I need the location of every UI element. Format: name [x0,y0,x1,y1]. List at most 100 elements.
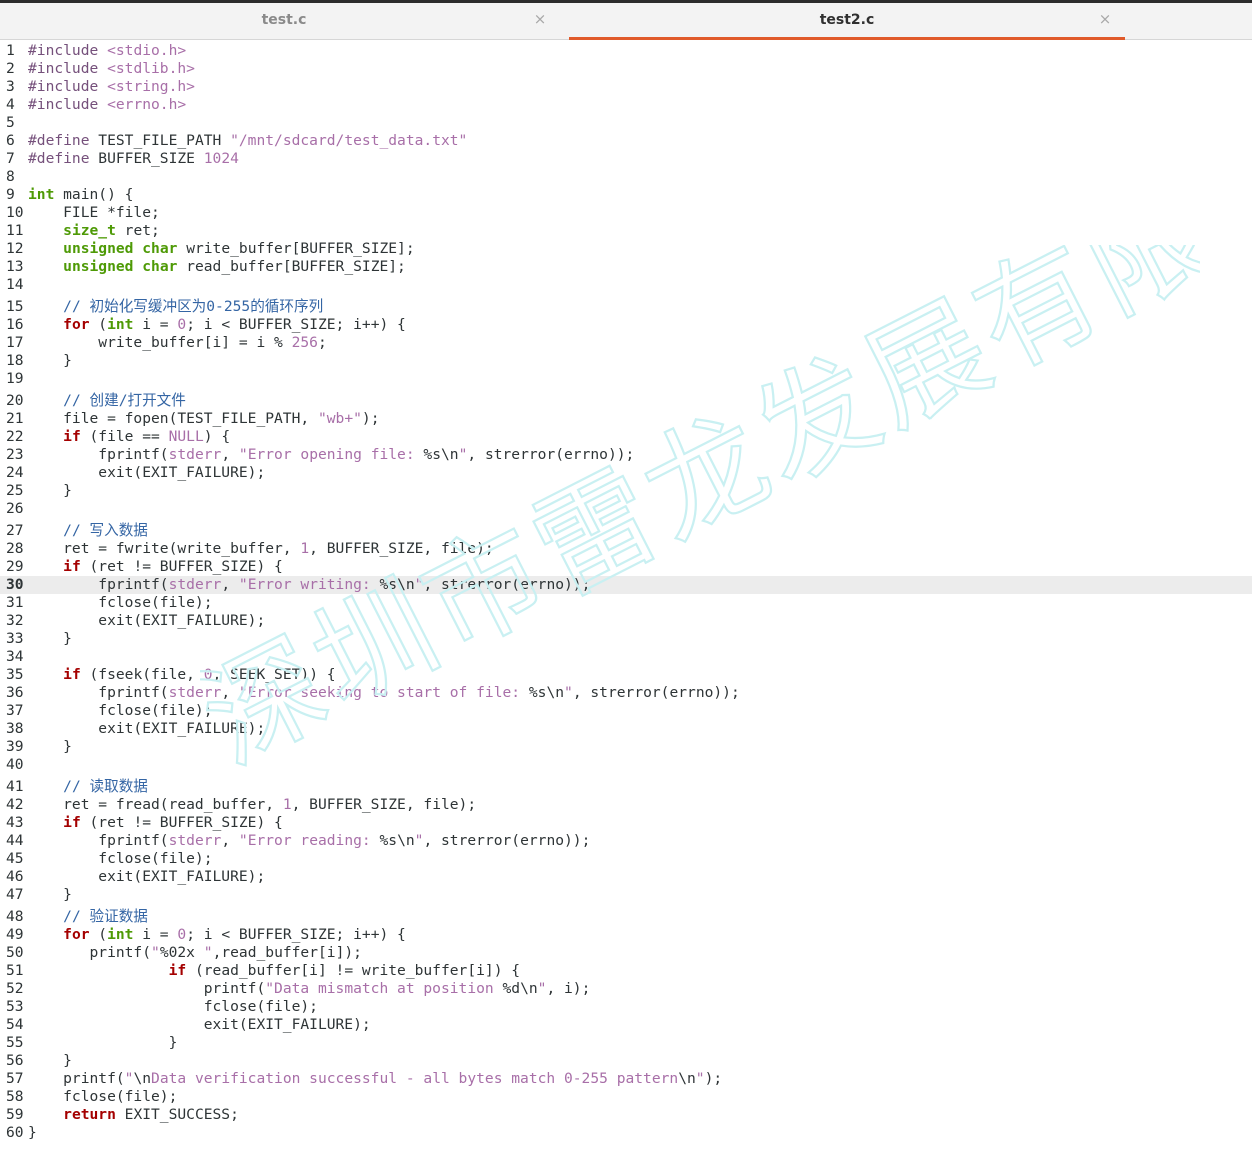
code-line[interactable]: 56 } [0,1052,1252,1070]
code-text: unsigned char write_buffer[BUFFER_SIZE]; [63,240,415,257]
code-text: exit(EXIT_FAILURE); [28,868,266,885]
code-line[interactable]: 40 [0,756,1252,774]
line-number: 6 [6,132,15,149]
close-icon[interactable]: × [532,11,548,27]
code-line[interactable]: 52 printf("Data mismatch at position %d\… [0,980,1252,998]
line-number: 20 [6,392,24,409]
code-line[interactable]: 21 file = fopen(TEST_FILE_PATH, "wb+"); [0,410,1252,428]
code-line[interactable]: 20 // 创建/打开文件 [0,392,1252,410]
code-line[interactable]: 39 } [0,738,1252,756]
code-line[interactable]: 11 size_t ret; [0,222,1252,240]
code-line[interactable]: 55 } [0,1034,1252,1052]
code-line[interactable]: 27 // 写入数据 [0,522,1252,540]
code-text: if (read_buffer[i] != write_buffer[i]) { [168,962,521,979]
code-text: // 验证数据 [63,908,148,925]
code-line[interactable]: 18 } [0,352,1252,370]
close-icon[interactable]: × [1097,11,1113,27]
code-line[interactable]: 44 fprintf(stderr, "Error reading: %s\n"… [0,832,1252,850]
code-text: #define TEST_FILE_PATH "/mnt/sdcard/test… [28,132,468,149]
code-line[interactable]: 1 #include <stdio.h> [0,42,1252,60]
code-line[interactable]: 38 exit(EXIT_FAILURE); [0,720,1252,738]
code-text: printf("Data mismatch at position %d\n",… [28,980,591,997]
code-line[interactable]: 22 if (file == NULL) { [0,428,1252,446]
code-line[interactable]: 6 #define TEST_FILE_PATH "/mnt/sdcard/tes… [0,132,1252,150]
code-text: exit(EXIT_FAILURE); [28,464,266,481]
line-number: 5 [6,114,15,131]
code-line[interactable]: 28 ret = fwrite(write_buffer, 1, BUFFER_… [0,540,1252,558]
line-number: 11 [6,222,24,239]
code-line[interactable]: 29 if (ret != BUFFER_SIZE) { [0,558,1252,576]
line-number: 44 [6,832,24,849]
code-line[interactable]: 16 for (int i = 0; i < BUFFER_SIZE; i++)… [0,316,1252,334]
code-line[interactable]: 49 for (int i = 0; i < BUFFER_SIZE; i++)… [0,926,1252,944]
line-number: 17 [6,334,24,351]
tab-test-c[interactable]: test.c × [0,3,568,39]
code-line[interactable]: 50 printf("%02x ",read_buffer[i]); [0,944,1252,962]
code-text: fclose(file); [28,702,213,719]
code-line[interactable]: 46 exit(EXIT_FAILURE); [0,868,1252,886]
code-line[interactable]: 42 ret = fread(read_buffer, 1, BUFFER_SI… [0,796,1252,814]
code-line[interactable]: 5 [0,114,1252,132]
code-text: size_t ret; [63,222,160,239]
code-line[interactable]: 51 if (read_buffer[i] != write_buffer[i]… [0,962,1252,980]
code-line[interactable]: 7 #define BUFFER_SIZE 1024 [0,150,1252,168]
code-line[interactable]: 23 fprintf(stderr, "Error opening file: … [0,446,1252,464]
code-text: fprintf(stderr, "Error writing: %s\n", s… [28,576,591,593]
code-line[interactable]: 59 return EXIT_SUCCESS; [0,1106,1252,1124]
code-line[interactable]: 25 } [0,482,1252,500]
code-line[interactable]: 32 exit(EXIT_FAILURE); [0,612,1252,630]
code-line[interactable]: 31 fclose(file); [0,594,1252,612]
code-text: } [28,1034,178,1051]
line-number: 30 [6,576,24,593]
code-line[interactable]: 2 #include <stdlib.h> [0,60,1252,78]
code-line[interactable]: 13 unsigned char read_buffer[BUFFER_SIZE… [0,258,1252,276]
code-line[interactable]: 4 #include <errno.h> [0,96,1252,114]
code-editor[interactable]: 1 #include <stdio.h> 2 #include <stdlib.h> 3… [0,40,1252,1173]
line-number: 4 [6,96,15,113]
code-line[interactable]: 45 fclose(file); [0,850,1252,868]
code-line[interactable]: 24 exit(EXIT_FAILURE); [0,464,1252,482]
code-text: #include <stdlib.h> [28,60,195,77]
code-text: } [28,886,72,903]
line-number: 39 [6,738,24,755]
code-line[interactable]: 26 [0,500,1252,518]
code-text: ret = fwrite(write_buffer, 1, BUFFER_SIZ… [28,540,494,557]
code-line[interactable]: 34 [0,648,1252,666]
code-line[interactable]: 54 exit(EXIT_FAILURE); [0,1016,1252,1034]
code-line[interactable]: 19 [0,370,1252,388]
tab-test2-c[interactable]: test2.c × [569,3,1125,40]
code-text: #include <stdio.h> [28,42,187,59]
code-text: if (file == NULL) { [63,428,231,445]
code-line[interactable]: 53 fclose(file); [0,998,1252,1016]
line-number: 35 [6,666,24,683]
code-line[interactable]: 36 fprintf(stderr, "Error seeking to sta… [0,684,1252,702]
code-line[interactable]: 47 } [0,886,1252,904]
code-text: write_buffer[i] = i % 256; [28,334,327,351]
code-line[interactable]: 35 if (fseek(file, 0, SEEK_SET)) { [0,666,1252,684]
line-number: 36 [6,684,24,701]
line-number: 3 [6,78,15,95]
line-number: 48 [6,908,24,925]
code-line[interactable]: 37 fclose(file); [0,702,1252,720]
code-line[interactable]: 58 fclose(file); [0,1088,1252,1106]
line-number: 13 [6,258,24,275]
code-line[interactable]: 43 if (ret != BUFFER_SIZE) { [0,814,1252,832]
code-line[interactable]: 8 [0,168,1252,186]
code-line[interactable]: 48 // 验证数据 [0,908,1252,926]
code-line[interactable]: 57 printf("\nData verification successfu… [0,1070,1252,1088]
code-line[interactable]: 15 // 初始化写缓冲区为0-255的循环序列 [0,298,1252,316]
line-number: 56 [6,1052,24,1069]
code-text: fprintf(stderr, "Error reading: %s\n", s… [28,832,591,849]
code-line[interactable]: 60} [0,1124,1252,1142]
code-line[interactable]: 33 } [0,630,1252,648]
code-line[interactable]: 10 FILE *file; [0,204,1252,222]
code-line[interactable]: 3 #include <string.h> [0,78,1252,96]
code-line[interactable]: 14 [0,276,1252,294]
code-line[interactable]: 30 fprintf(stderr, "Error writing: %s\n"… [0,576,1252,594]
line-number: 43 [6,814,24,831]
code-line[interactable]: 9 int main() { [0,186,1252,204]
code-line[interactable]: 12 unsigned char write_buffer[BUFFER_SIZ… [0,240,1252,258]
line-number: 51 [6,962,24,979]
code-line[interactable]: 41 // 读取数据 [0,778,1252,796]
code-line[interactable]: 17 write_buffer[i] = i % 256; [0,334,1252,352]
